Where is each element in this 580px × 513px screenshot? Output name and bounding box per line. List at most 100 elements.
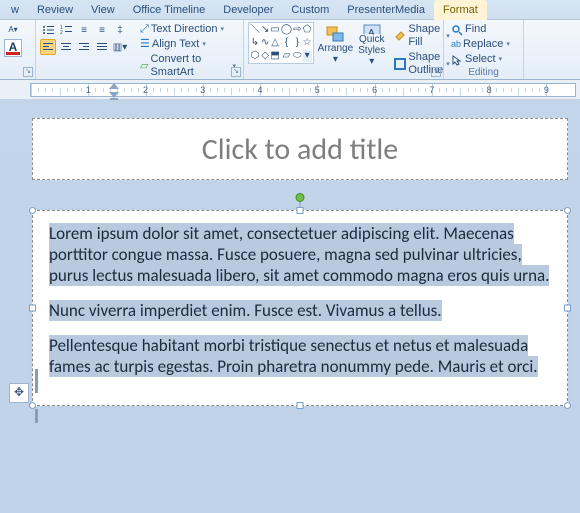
- content-placeholder[interactable]: Lorem ipsum dolor sit amet, consectetuer…: [32, 210, 568, 406]
- resize-handle-r[interactable]: [564, 305, 571, 312]
- shape-callout-icon[interactable]: ☆: [303, 37, 312, 49]
- group-editing: Find ab Replace▾ Select▾ Editing: [444, 20, 524, 79]
- slide-workspace: Click to add title Lorem ipsum dolor sit…: [0, 100, 580, 513]
- tab-review[interactable]: Review: [28, 0, 82, 20]
- horizontal-ruler[interactable]: 123456789: [30, 83, 576, 97]
- resize-handle-b[interactable]: [297, 402, 304, 409]
- shape-more-1[interactable]: ⬡: [250, 50, 260, 62]
- text-direction-button[interactable]: ⤢ Text Direction▾: [137, 22, 239, 37]
- shape-more-5[interactable]: ⬭: [293, 50, 302, 62]
- tab-partial[interactable]: w: [2, 0, 28, 20]
- quick-styles-button[interactable]: A Quick Styles▾: [357, 22, 386, 68]
- svg-text:2: 2: [60, 30, 63, 35]
- shape-more-2[interactable]: ◇: [261, 50, 269, 62]
- shape-fill-icon: [394, 30, 406, 42]
- justify-button[interactable]: [94, 39, 110, 55]
- bullets-button[interactable]: [40, 22, 56, 38]
- resize-handle-tr[interactable]: [564, 207, 571, 214]
- convert-smartart-label: Convert to SmartArt: [150, 53, 229, 79]
- resize-handle-t[interactable]: [297, 207, 304, 214]
- numbering-button[interactable]: 12: [58, 22, 74, 38]
- body-paragraph-1[interactable]: Lorem ipsum dolor sit amet, consectetuer…: [49, 223, 551, 286]
- first-line-indent-marker[interactable]: [109, 83, 119, 89]
- group-drawing: ＼ ↘ ▭ ◯ ⇨ ⬠ ↳ ∿ △ { } ☆ ⬡ ◇ ⬒ ▱ ⬭ ▾: [244, 20, 444, 79]
- shape-rect-icon[interactable]: ▭: [270, 24, 279, 36]
- shape-rbrace-icon[interactable]: }: [293, 37, 302, 49]
- columns-button[interactable]: ▥▾: [112, 39, 128, 55]
- resize-handle-bl[interactable]: [29, 402, 36, 409]
- shape-rarrow-icon[interactable]: ⇨: [293, 24, 302, 36]
- smartart-icon: ▱: [140, 60, 148, 73]
- paragraph-toggles: 12 ≡ ≡ ‡: [40, 22, 128, 55]
- tab-presentermedia[interactable]: PresenterMedia: [338, 0, 434, 20]
- shapes-gallery-expand[interactable]: ▾: [303, 50, 312, 62]
- resize-handle-l[interactable]: [29, 305, 36, 312]
- text-direction-label: Text Direction: [151, 23, 218, 36]
- find-button[interactable]: Find: [448, 22, 489, 37]
- font-dialog-launcher[interactable]: ↘: [23, 67, 33, 77]
- quick-styles-icon: A: [362, 23, 382, 34]
- body-paragraph-3[interactable]: Pellentesque habitant morbi tristique se…: [49, 335, 551, 377]
- convert-smartart-button[interactable]: ▱ Convert to SmartArt▾: [137, 52, 239, 80]
- ruler-number: 5: [315, 85, 320, 95]
- ruler-number: 3: [200, 85, 205, 95]
- shape-more-4[interactable]: ▱: [281, 50, 292, 62]
- increase-indent-button[interactable]: ≡: [94, 22, 110, 38]
- group-paragraph: 12 ≡ ≡ ‡: [36, 20, 244, 79]
- font-color-button[interactable]: A: [4, 39, 22, 57]
- ribbon-tabs: w Review View Office Timeline Developer …: [0, 0, 580, 20]
- align-text-label: Align Text: [152, 38, 200, 51]
- select-label: Select: [465, 53, 496, 66]
- select-icon: [451, 54, 463, 66]
- ruler-number: 1: [86, 85, 91, 95]
- shape-lbrace-icon[interactable]: {: [281, 37, 292, 49]
- tab-view[interactable]: View: [82, 0, 124, 20]
- body-paragraph-2[interactable]: Nunc viverra imperdiet enim. Fusce est. …: [49, 300, 551, 321]
- arrange-button[interactable]: Arrange▾: [317, 22, 355, 68]
- line-spacing-button[interactable]: ‡: [112, 22, 128, 38]
- tab-format[interactable]: Format: [434, 0, 487, 20]
- align-text-icon: ☰: [140, 38, 150, 51]
- select-button[interactable]: Select▾: [448, 52, 505, 67]
- drawing-dialog-launcher[interactable]: ↘: [431, 67, 441, 77]
- align-left-icon: [43, 43, 53, 51]
- title-placeholder[interactable]: Click to add title: [32, 118, 568, 180]
- find-label: Find: [465, 23, 486, 36]
- align-center-button[interactable]: [58, 39, 74, 55]
- shape-arrow-icon[interactable]: ↘: [261, 24, 269, 36]
- decrease-indent-button[interactable]: ≡: [76, 22, 92, 38]
- shape-oval-icon[interactable]: ◯: [281, 24, 292, 36]
- shape-star-icon[interactable]: ⬠: [303, 24, 312, 36]
- bullets-icon: [42, 25, 54, 35]
- align-text-button[interactable]: ☰ Align Text▾: [137, 37, 239, 52]
- replace-label: Replace: [463, 38, 503, 51]
- ruler-number: 9: [544, 85, 549, 95]
- find-icon: [451, 24, 463, 36]
- shape-curve-icon[interactable]: ∿: [261, 37, 269, 49]
- align-right-button[interactable]: [76, 39, 92, 55]
- ruler-number: 8: [487, 85, 492, 95]
- shapes-gallery[interactable]: ＼ ↘ ▭ ◯ ⇨ ⬠ ↳ ∿ △ { } ☆ ⬡ ◇ ⬒ ▱ ⬭ ▾: [248, 22, 314, 64]
- tab-custom[interactable]: Custom: [282, 0, 338, 20]
- align-left-button[interactable]: [40, 39, 56, 55]
- replace-button[interactable]: ab Replace▾: [448, 37, 513, 52]
- align-center-icon: [61, 43, 71, 51]
- ruler-number: 2: [143, 85, 148, 95]
- arrange-icon: [325, 25, 345, 43]
- tab-developer[interactable]: Developer: [214, 0, 282, 20]
- shape-freeform-icon[interactable]: △: [270, 37, 279, 49]
- shape-more-3[interactable]: ⬒: [270, 50, 279, 62]
- resize-handle-tl[interactable]: [29, 207, 36, 214]
- arrange-label: Arrange: [318, 43, 354, 54]
- tab-office-timeline[interactable]: Office Timeline: [124, 0, 215, 20]
- numbering-icon: 12: [60, 25, 72, 35]
- shape-fill-label: Shape Fill: [408, 23, 443, 49]
- shrink-font-button[interactable]: A▾: [4, 22, 22, 36]
- align-right-icon: [79, 43, 89, 51]
- shape-connector-icon[interactable]: ↳: [250, 37, 260, 49]
- shape-outline-icon: [394, 58, 406, 70]
- replace-icon: ab: [451, 38, 461, 51]
- paragraph-dialog-launcher[interactable]: ↘: [231, 67, 241, 77]
- resize-handle-br[interactable]: [564, 402, 571, 409]
- shape-line-icon[interactable]: ＼: [250, 24, 260, 36]
